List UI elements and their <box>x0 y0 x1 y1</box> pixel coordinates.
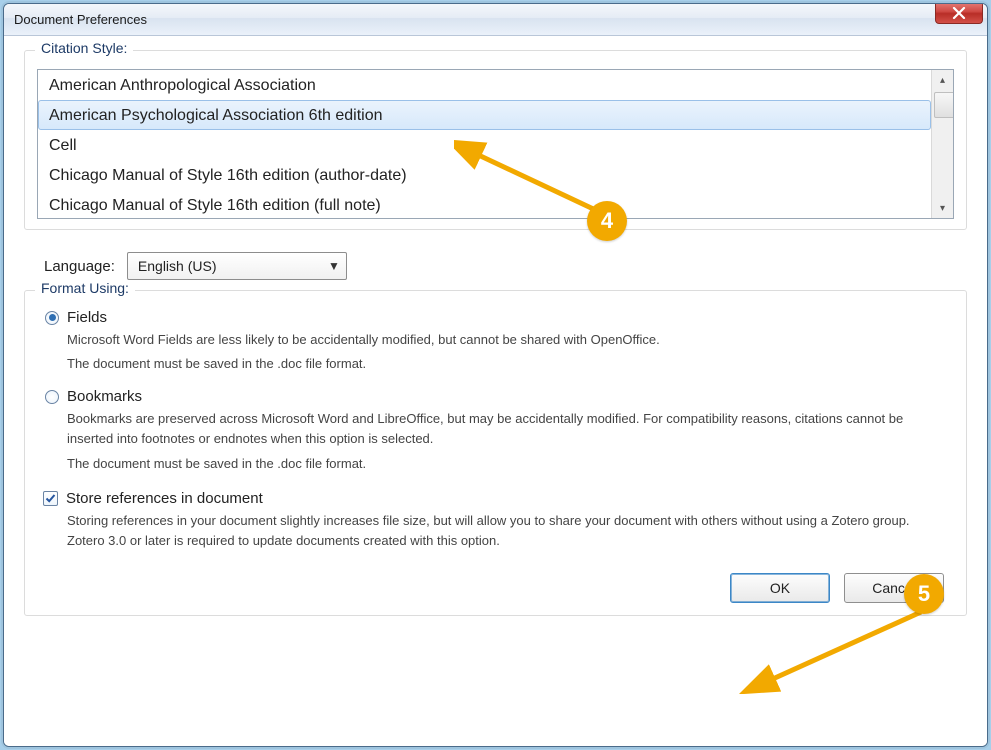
radio-fields[interactable] <box>45 311 59 325</box>
chevron-down-icon: ▼ <box>328 259 340 273</box>
bookmarks-desc-2: The document must be saved in the .doc f… <box>37 450 954 474</box>
titlebar: Document Preferences <box>4 4 987 36</box>
store-refs-checkbox[interactable] <box>43 491 58 506</box>
citation-style-group: Citation Style: American Anthropological… <box>24 50 967 230</box>
format-using-group: Format Using: Fields Microsoft Word Fiel… <box>24 290 967 616</box>
store-refs-row[interactable]: Store references in document <box>37 484 954 509</box>
fields-desc-1: Microsoft Word Fields are less likely to… <box>37 326 954 350</box>
cancel-button[interactable]: Cancel <box>844 573 944 603</box>
citation-style-item[interactable]: Cell <box>38 130 931 160</box>
citation-style-rows: American Anthropological Association Ame… <box>38 70 931 218</box>
scroll-down-icon[interactable]: ▾ <box>932 198 953 218</box>
client-area: Citation Style: American Anthropological… <box>4 36 987 746</box>
language-label: Language: <box>44 258 115 275</box>
bookmarks-desc-1: Bookmarks are preserved across Microsoft… <box>37 405 954 449</box>
ok-button-label: OK <box>770 580 790 596</box>
store-refs-desc: Storing references in your document slig… <box>37 509 954 551</box>
citation-style-item[interactable]: American Psychological Association 6th e… <box>38 100 931 130</box>
window-title: Document Preferences <box>14 12 147 27</box>
format-option-fields: Fields Microsoft Word Fields are less li… <box>37 309 954 374</box>
citation-style-item[interactable]: Chicago Manual of Style 16th edition (au… <box>38 160 931 190</box>
citation-style-item[interactable]: Chicago Manual of Style 16th edition (fu… <box>38 190 931 218</box>
dialog-window: Document Preferences Citation Style: Ame… <box>3 3 988 747</box>
language-selected-value: English (US) <box>138 258 217 274</box>
store-refs-label: Store references in document <box>66 490 263 507</box>
close-button[interactable] <box>935 3 983 24</box>
scroll-track[interactable] <box>932 90 953 198</box>
fields-desc-2: The document must be saved in the .doc f… <box>37 350 954 374</box>
format-using-legend: Format Using: <box>35 280 135 296</box>
language-row: Language: English (US) ▼ <box>24 244 967 290</box>
check-icon <box>45 493 56 504</box>
radio-bookmarks[interactable] <box>45 390 59 404</box>
radio-row-fields[interactable]: Fields <box>37 309 954 326</box>
radio-fields-label: Fields <box>67 309 107 326</box>
radio-bookmarks-label: Bookmarks <box>67 388 142 405</box>
citation-style-item[interactable]: American Anthropological Association <box>38 70 931 100</box>
format-option-bookmarks: Bookmarks Bookmarks are preserved across… <box>37 388 954 473</box>
cancel-button-label: Cancel <box>872 580 916 596</box>
citation-style-legend: Citation Style: <box>35 40 133 56</box>
radio-row-bookmarks[interactable]: Bookmarks <box>37 388 954 405</box>
ok-button[interactable]: OK <box>730 573 830 603</box>
citation-style-listbox[interactable]: American Anthropological Association Ame… <box>37 69 954 219</box>
button-row: OK Cancel <box>37 551 954 603</box>
scroll-thumb[interactable] <box>934 92 954 118</box>
scroll-up-icon[interactable]: ▴ <box>932 70 953 90</box>
language-select[interactable]: English (US) ▼ <box>127 252 347 280</box>
listbox-scrollbar[interactable]: ▴ ▾ <box>931 70 953 218</box>
close-icon <box>952 7 966 19</box>
